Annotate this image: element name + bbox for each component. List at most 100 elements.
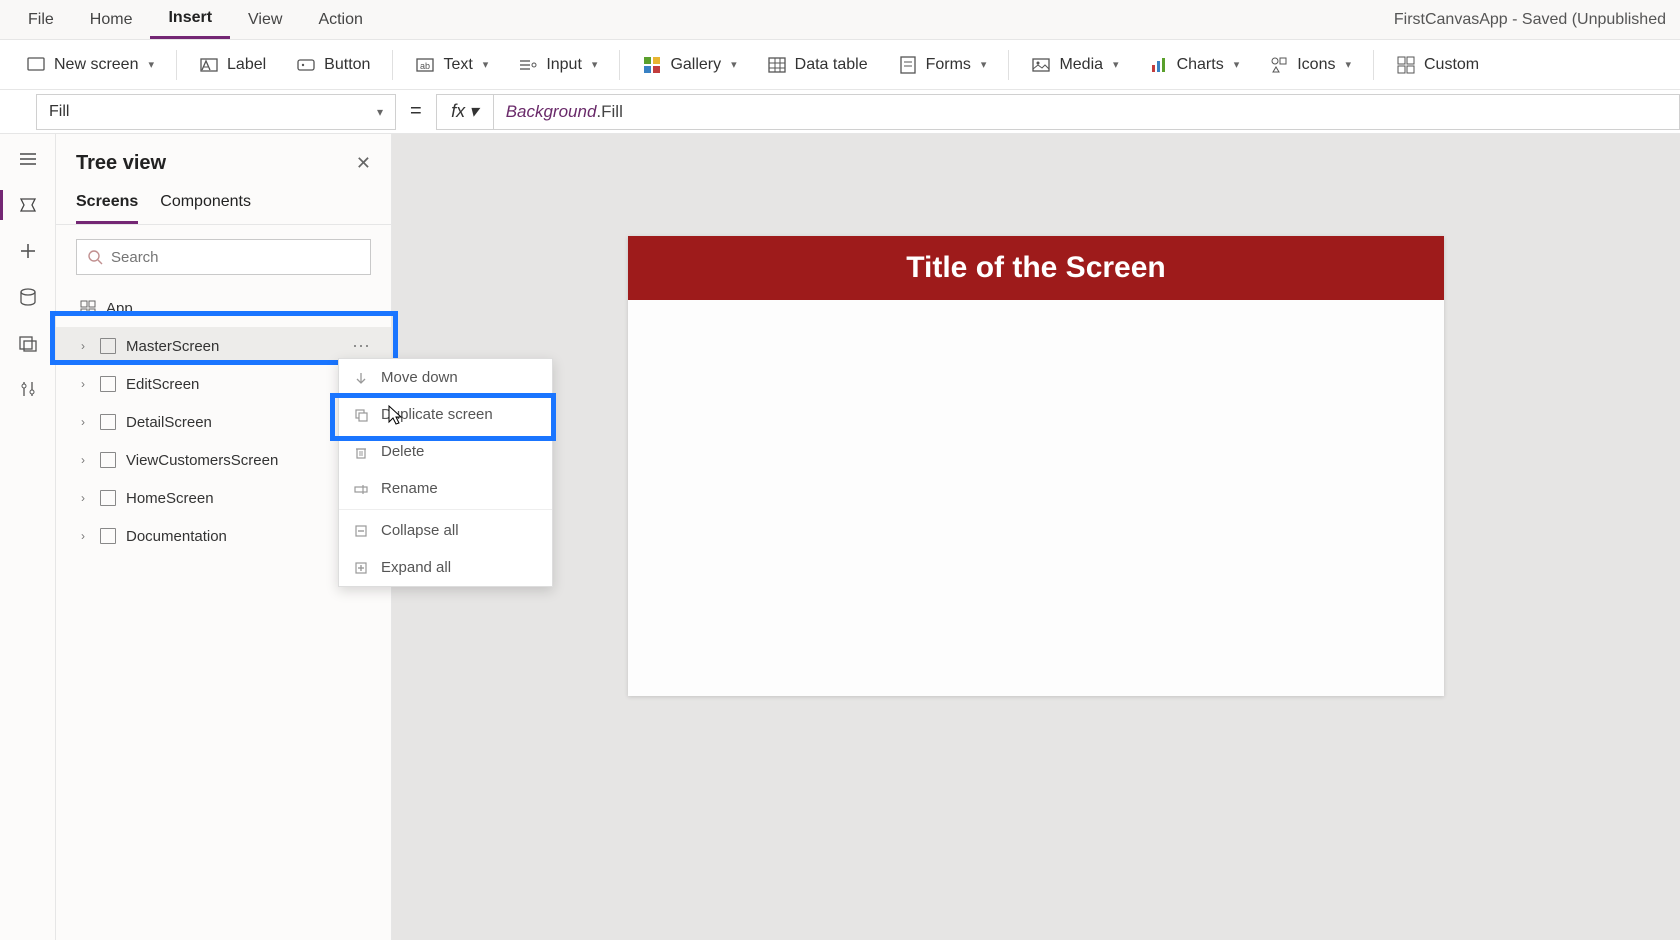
text-icon: ab (415, 55, 435, 75)
text-button[interactable]: ab Text ▾ (401, 49, 502, 81)
chevron-down-icon: ▾ (377, 105, 383, 119)
data-table-button[interactable]: Data table (753, 49, 882, 81)
canvas-title-bar[interactable]: Title of the Screen (628, 236, 1444, 300)
equals-sign: = (396, 100, 436, 123)
tree-view-rail-icon[interactable] (17, 194, 39, 216)
data-rail-icon[interactable] (17, 286, 39, 308)
media-rail-icon[interactable] (17, 332, 39, 354)
forms-icon (898, 55, 918, 75)
chevron-down-icon: ▾ (1345, 58, 1351, 71)
delete-icon (353, 444, 369, 460)
charts-icon (1149, 55, 1169, 75)
formula-input[interactable]: Background.Fill (494, 94, 1680, 130)
context-item-label: Move down (381, 369, 458, 386)
label-icon (199, 55, 219, 75)
hamburger-icon[interactable] (17, 148, 39, 170)
data-table-label: Data table (795, 56, 868, 74)
formula-token-property: .Fill (596, 102, 622, 122)
custom-button[interactable]: Custom (1382, 49, 1493, 81)
tree-item-label: EditScreen (126, 376, 199, 393)
forms-label: Forms (926, 56, 971, 74)
chevron-right-icon[interactable]: › (76, 529, 90, 543)
gallery-icon (642, 55, 662, 75)
canvas-area[interactable]: Title of the Screen (392, 134, 1680, 940)
close-icon[interactable]: ✕ (356, 153, 371, 174)
tab-screens[interactable]: Screens (76, 185, 138, 224)
menu-insert[interactable]: Insert (150, 0, 230, 39)
chevron-down-icon: ▾ (1113, 58, 1119, 71)
collapse-icon (353, 523, 369, 539)
media-button[interactable]: Media ▾ (1017, 49, 1132, 81)
context-item-label: Delete (381, 443, 424, 460)
context-item-label: Rename (381, 480, 438, 497)
context-expand-all[interactable]: Expand all (339, 549, 552, 586)
chevron-right-icon[interactable]: › (76, 377, 90, 391)
tree-item-app[interactable]: App (56, 289, 391, 327)
search-wrap (56, 225, 391, 285)
button-label: Button (324, 56, 370, 74)
context-rename[interactable]: Rename (339, 470, 552, 507)
screen-icon (100, 376, 116, 392)
label-button[interactable]: Label (185, 49, 280, 81)
expand-icon (353, 560, 369, 576)
tree-view-header: Tree view ✕ (56, 134, 391, 185)
chevron-down-icon: ▾ (1234, 58, 1240, 71)
tree-item-label: ViewCustomersScreen (126, 452, 278, 469)
icons-label: Icons (1297, 56, 1335, 74)
rename-icon (353, 481, 369, 497)
fx-button[interactable]: fx ▾ (436, 94, 494, 130)
divider (619, 50, 620, 80)
divider (1373, 50, 1374, 80)
search-box[interactable] (76, 239, 371, 275)
property-name: Fill (49, 103, 69, 121)
input-button[interactable]: Input ▾ (504, 49, 611, 81)
screen-icon (100, 338, 116, 354)
forms-button[interactable]: Forms ▾ (884, 49, 1001, 81)
formula-bar: Fill ▾ = fx ▾ Background.Fill (0, 90, 1680, 134)
chevron-down-icon: ▾ (731, 58, 737, 71)
search-icon (87, 249, 103, 265)
icons-button[interactable]: Icons ▾ (1255, 49, 1365, 81)
more-options-icon[interactable]: ⋯ (352, 336, 371, 357)
text-label: Text (443, 56, 472, 74)
canvas-frame[interactable]: Title of the Screen (628, 236, 1444, 696)
tools-rail-icon[interactable] (17, 378, 39, 400)
custom-icon (1396, 55, 1416, 75)
screen-icon (100, 490, 116, 506)
context-move-down[interactable]: Move down (339, 359, 552, 396)
chevron-right-icon[interactable]: › (76, 453, 90, 467)
left-rail (0, 134, 56, 940)
tab-components[interactable]: Components (160, 185, 251, 224)
tree-item-label: Documentation (126, 528, 227, 545)
chevron-down-icon: ▾ (592, 58, 598, 71)
menubar: File Home Insert View Action FirstCanvas… (0, 0, 1680, 40)
button-button[interactable]: Button (282, 49, 384, 81)
tree-item-label: HomeScreen (126, 490, 214, 507)
gallery-label: Gallery (670, 56, 721, 74)
input-icon (518, 55, 538, 75)
menu-view[interactable]: View (230, 0, 300, 39)
screen-icon (100, 414, 116, 430)
search-input[interactable] (111, 249, 360, 266)
charts-button[interactable]: Charts ▾ (1135, 49, 1254, 81)
chevron-right-icon[interactable]: › (76, 491, 90, 505)
context-duplicate-screen[interactable]: Duplicate screen (339, 396, 552, 433)
duplicate-icon (353, 407, 369, 423)
canvas-title-text: Title of the Screen (906, 251, 1166, 285)
context-collapse-all[interactable]: Collapse all (339, 512, 552, 549)
context-delete[interactable]: Delete (339, 433, 552, 470)
chevron-down-icon: ▾ (148, 58, 154, 71)
gallery-button[interactable]: Gallery ▾ (628, 49, 750, 81)
chevron-right-icon[interactable]: › (76, 339, 90, 353)
charts-label: Charts (1177, 56, 1224, 74)
svg-text:ab: ab (420, 61, 430, 71)
menu-file[interactable]: File (10, 0, 72, 39)
new-screen-button[interactable]: New screen ▾ (12, 49, 168, 81)
menu-home[interactable]: Home (72, 0, 151, 39)
insert-rail-icon[interactable] (17, 240, 39, 262)
media-label: Media (1059, 56, 1103, 74)
divider (392, 50, 393, 80)
menu-action[interactable]: Action (300, 0, 380, 39)
property-selector[interactable]: Fill ▾ (36, 94, 396, 130)
chevron-right-icon[interactable]: › (76, 415, 90, 429)
